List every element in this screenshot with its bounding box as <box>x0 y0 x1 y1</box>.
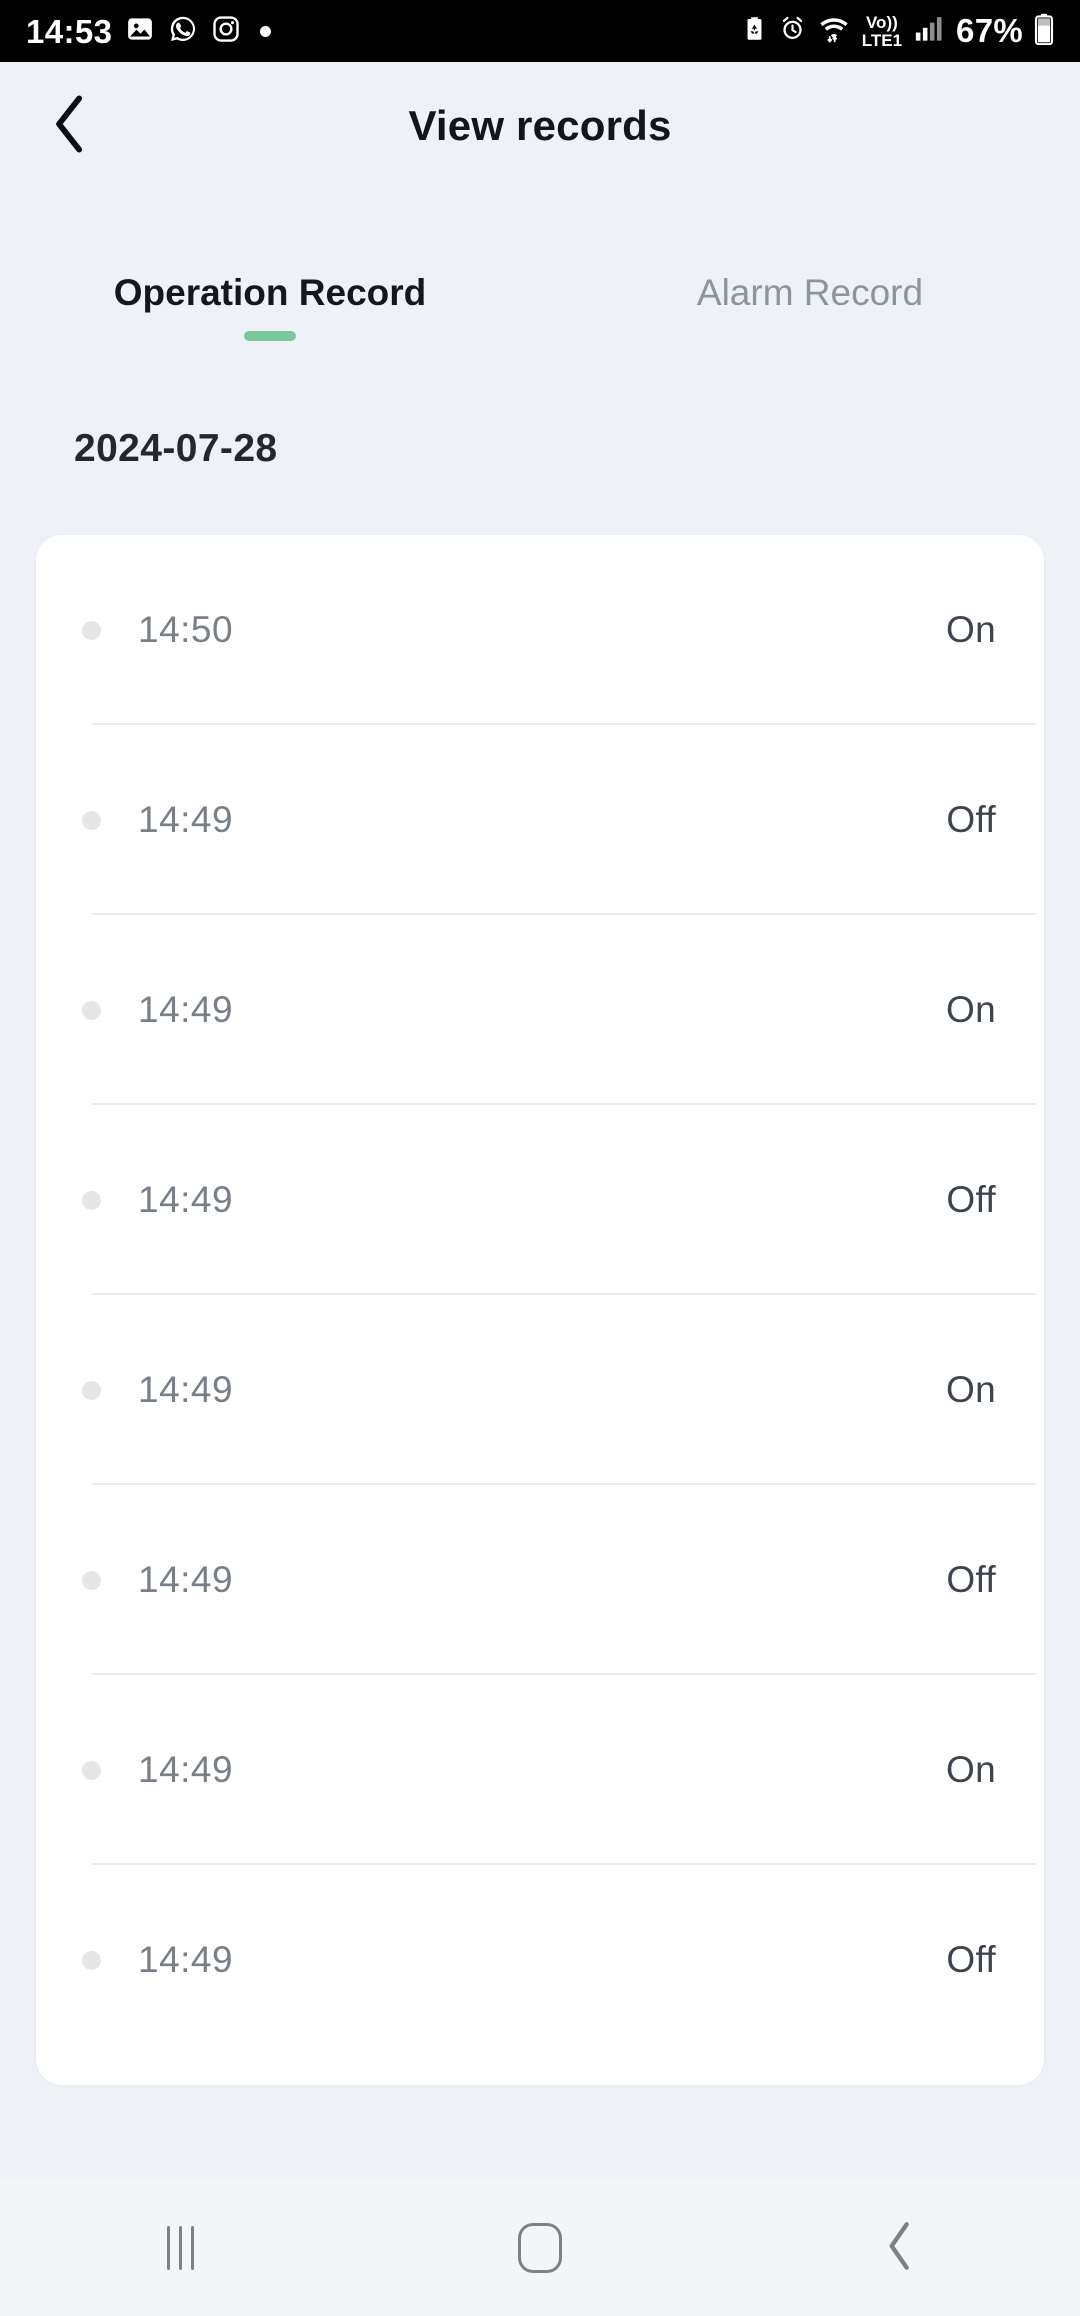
record-bullet-icon <box>82 1950 101 1970</box>
table-row[interactable]: 14:49 On <box>36 1295 1044 1485</box>
notification-dot-icon <box>260 25 272 37</box>
back-button[interactable] <box>22 62 118 190</box>
volte-label: Vo)) <box>865 12 898 32</box>
record-state: Off <box>946 1179 996 1220</box>
record-state: On <box>946 1749 996 1790</box>
record-time: 14:49 <box>138 1369 234 1410</box>
record-bullet-icon <box>82 1380 101 1400</box>
tab-operation-record-label: Operation Record <box>113 272 427 313</box>
tab-inactive-indicator <box>784 331 836 341</box>
record-state: Off <box>946 799 996 840</box>
record-bullet-icon <box>82 810 101 830</box>
record-state: On <box>946 1369 996 1410</box>
record-state: On <box>946 609 996 650</box>
android-nav-bar <box>0 2180 1080 2316</box>
page-title: View records <box>408 102 672 149</box>
record-state: Off <box>946 1939 996 1980</box>
system-back-button[interactable] <box>720 2180 1080 2316</box>
record-state: On <box>946 989 996 1030</box>
table-row[interactable]: 14:49 On <box>36 915 1044 1105</box>
record-bullet-icon <box>82 1760 101 1780</box>
table-row[interactable]: 14:49 Off <box>36 1865 1044 2055</box>
status-bar: 14:53 Vo)) LTE1 67% <box>0 0 1080 62</box>
tab-active-indicator <box>244 330 296 341</box>
app-screen: 14:53 Vo)) LTE1 67% View records Operati… <box>0 0 1080 2316</box>
tab-alarm-record-label: Alarm Record <box>696 272 924 313</box>
instagram-icon <box>211 14 241 49</box>
battery-icon <box>1034 13 1054 50</box>
record-time: 14:49 <box>138 1179 234 1220</box>
network-label: LTE1 <box>861 30 903 50</box>
table-row[interactable]: 14:49 Off <box>36 725 1044 915</box>
battery-percent-label: 67% <box>956 12 1023 49</box>
home-button[interactable] <box>360 2180 720 2316</box>
record-time: 14:50 <box>138 609 234 650</box>
recents-button[interactable] <box>0 2180 360 2316</box>
tab-alarm-record[interactable]: Alarm Record <box>540 255 1080 365</box>
battery-saver-icon <box>741 15 768 47</box>
record-time: 14:49 <box>138 989 234 1030</box>
status-bar-clock: 14:53 <box>26 12 113 50</box>
status-bar-left: 14:53 <box>26 12 272 50</box>
record-time: 14:49 <box>138 1749 234 1790</box>
app-header: View records <box>0 62 1080 190</box>
table-row[interactable]: 14:49 On <box>36 1675 1044 1865</box>
record-bullet-icon <box>82 1000 101 1020</box>
record-tabs: Operation Record Alarm Record <box>0 255 1080 365</box>
table-row[interactable]: 14:49 Off <box>36 1105 1044 1295</box>
table-row[interactable]: 14:49 Off <box>36 1485 1044 1675</box>
volte-icon: Vo)) LTE1 <box>862 14 902 49</box>
wifi-icon <box>817 14 851 48</box>
recents-icon <box>166 2226 194 2270</box>
record-bullet-icon <box>82 1570 101 1590</box>
record-time: 14:49 <box>138 1939 234 1980</box>
gallery-icon <box>125 14 155 49</box>
table-row[interactable]: 14:50 On <box>36 535 1044 725</box>
record-state: Off <box>946 1559 996 1600</box>
record-time: 14:49 <box>138 799 234 840</box>
tab-operation-record[interactable]: Operation Record <box>0 255 540 365</box>
status-bar-right: Vo)) LTE1 67% <box>741 12 1054 50</box>
whatsapp-icon <box>168 14 198 49</box>
record-date-heading: 2024-07-28 <box>74 427 278 470</box>
back-icon <box>885 2220 915 2277</box>
alarm-icon <box>779 15 806 47</box>
records-card: 14:50 On 14:49 Off 14:49 On 14:49 Off 14… <box>36 535 1044 2085</box>
signal-icon <box>913 15 943 47</box>
record-time: 14:49 <box>138 1559 234 1600</box>
record-bullet-icon <box>82 620 101 640</box>
chevron-left-icon <box>48 93 92 160</box>
home-icon <box>518 2223 562 2273</box>
record-bullet-icon <box>82 1190 101 1210</box>
